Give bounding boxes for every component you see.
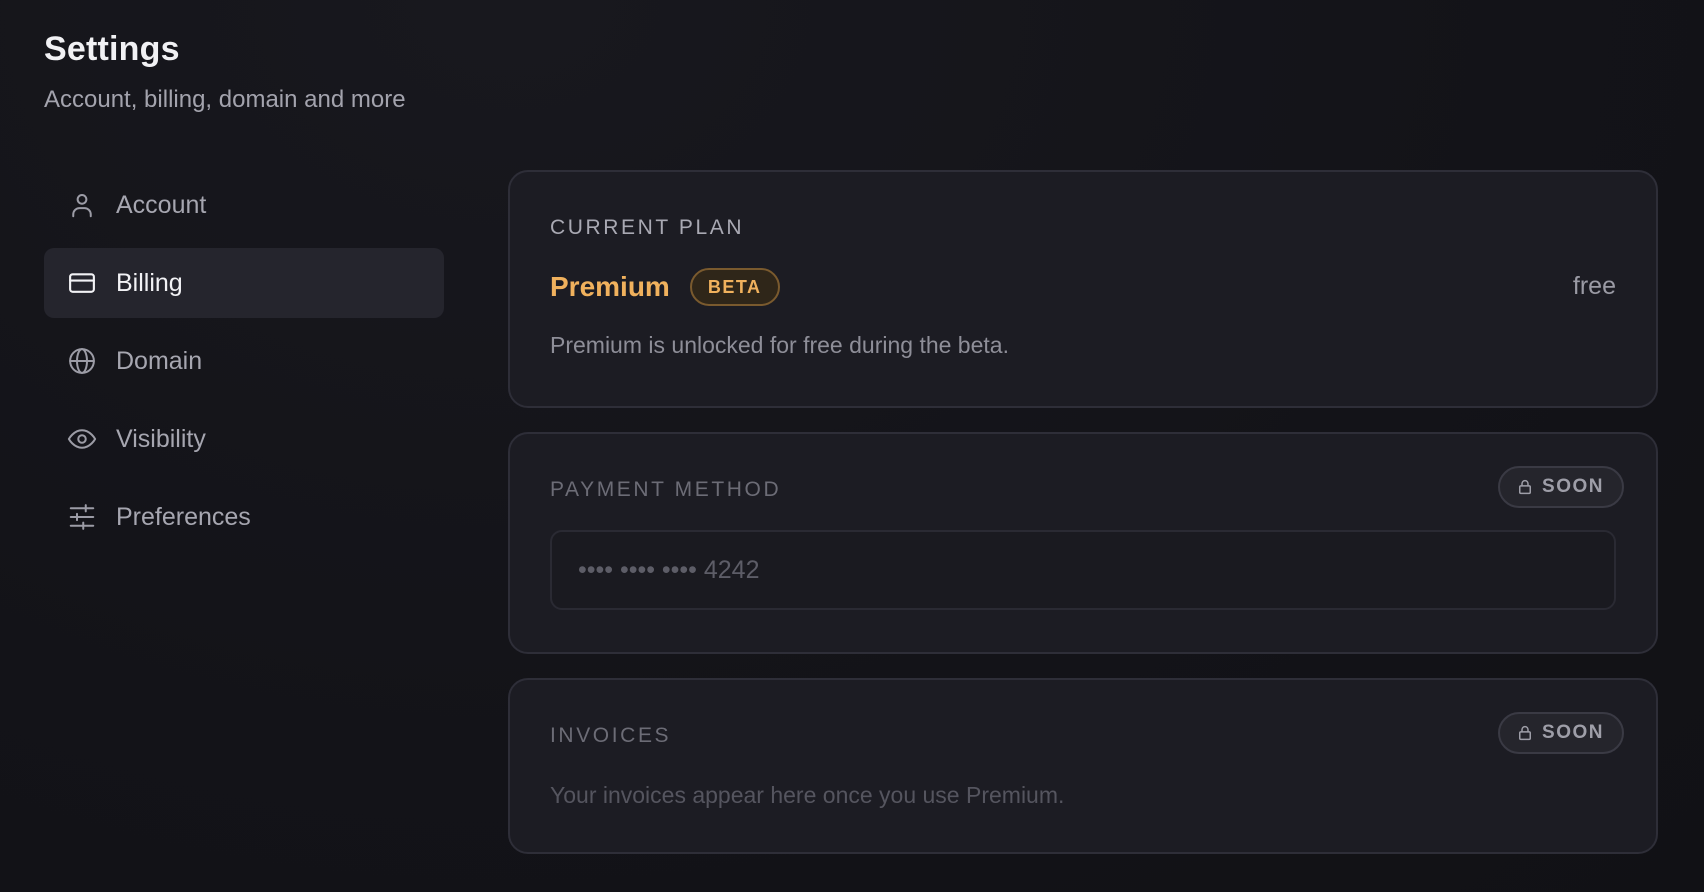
current-plan-card: CURRENT PLAN Premium BETA free Premium i… [508,170,1658,408]
lock-icon [1519,479,1532,495]
sidebar-item-visibility[interactable]: Visibility [44,404,444,474]
settings-page: Settings Account, billing, domain and mo… [0,0,1704,892]
plan-price: free [1572,272,1616,300]
card-number-field[interactable]: •••• •••• •••• 4242 [550,530,1616,610]
eye-icon [66,423,98,455]
soon-badge: SOON [1498,466,1624,508]
sidebar-item-label: Visibility [116,424,206,453]
invoices-card: INVOICES SOON Your invoices appear here … [508,678,1658,854]
invoices-label: INVOICES [550,724,672,747]
globe-icon [66,345,98,377]
sliders-icon [66,501,98,533]
plan-row: Premium BETA [550,268,780,306]
sidebar-item-domain[interactable]: Domain [44,326,444,396]
sidebar-item-label: Billing [116,268,183,297]
soon-badge-label: SOON [1542,476,1604,497]
sidebar-item-billing[interactable]: Billing [44,248,444,318]
page-subtitle: Account, billing, domain and more [44,86,406,113]
credit-card-icon [66,267,98,299]
current-plan-label: CURRENT PLAN [550,216,745,239]
sidebar-item-label: Domain [116,346,203,375]
plan-name: Premium [550,271,670,302]
plan-description: Premium is unlocked for free during the … [550,332,1009,358]
lock-icon [1519,725,1532,741]
sidebar-item-account[interactable]: Account [44,170,444,240]
payment-method-label: PAYMENT METHOD [550,478,782,501]
user-icon [66,189,98,221]
sidebar-item-label: Account [116,190,207,219]
page-title: Settings [44,30,180,68]
soon-badge-label: SOON [1542,722,1604,743]
beta-badge: BETA [689,268,780,306]
invoices-description: Your invoices appear here once you use P… [550,782,1065,808]
sidebar-item-label: Preferences [116,502,251,531]
sidebar-item-preferences[interactable]: Preferences [44,482,444,552]
soon-badge: SOON [1498,712,1624,754]
settings-sidebar: Account Billing Domain Visibility Prefer… [44,170,444,560]
payment-method-card: PAYMENT METHOD SOON •••• •••• •••• 4242 [508,432,1658,654]
